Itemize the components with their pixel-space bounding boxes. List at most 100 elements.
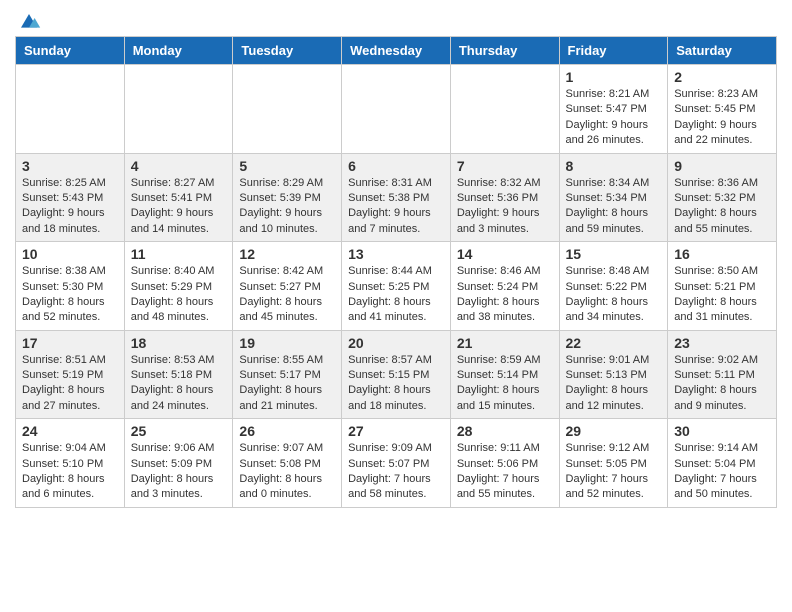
day-cell: 2 Sunrise: 8:23 AM Sunset: 5:45 PM Daylig… (668, 65, 777, 154)
day-info: Sunrise: 8:40 AM Sunset: 5:29 PM Dayligh… (131, 264, 227, 326)
day-number: 23 (674, 335, 770, 351)
day-info: Sunrise: 9:11 AM Sunset: 5:06 PM Dayligh… (457, 441, 553, 503)
day-info: Sunrise: 8:29 AM Sunset: 5:39 PM Dayligh… (239, 176, 335, 238)
day-number: 11 (131, 246, 227, 262)
day-cell: 30 Sunrise: 9:14 AM Sunset: 5:04 PM Dayli… (668, 419, 777, 508)
day-cell: 24 Sunrise: 9:04 AM Sunset: 5:10 PM Dayli… (16, 419, 125, 508)
day-info: Sunrise: 8:36 AM Sunset: 5:32 PM Dayligh… (674, 176, 770, 238)
day-cell: 12 Sunrise: 8:42 AM Sunset: 5:27 PM Dayli… (233, 242, 342, 331)
day-info: Sunrise: 8:25 AM Sunset: 5:43 PM Dayligh… (22, 176, 118, 238)
logo-icon (17, 10, 41, 30)
day-info: Sunrise: 8:51 AM Sunset: 5:19 PM Dayligh… (22, 353, 118, 415)
header (15, 10, 777, 26)
day-number: 12 (239, 246, 335, 262)
day-cell: 1 Sunrise: 8:21 AM Sunset: 5:47 PM Daylig… (559, 65, 668, 154)
week-row-3: 10Sunrise: 8:38 AM Sunset: 5:30 PM Dayli… (16, 242, 777, 331)
day-number: 7 (457, 158, 553, 174)
header-sunday: Sunday (16, 37, 125, 65)
day-cell: 8 Sunrise: 8:34 AM Sunset: 5:34 PM Daylig… (559, 153, 668, 242)
day-cell (450, 65, 559, 154)
day-info: Sunrise: 9:09 AM Sunset: 5:07 PM Dayligh… (348, 441, 444, 503)
day-info: Sunrise: 8:59 AM Sunset: 5:14 PM Dayligh… (457, 353, 553, 415)
day-cell: 26 Sunrise: 9:07 AM Sunset: 5:08 PM Dayli… (233, 419, 342, 508)
day-number: 10 (22, 246, 118, 262)
day-cell (233, 65, 342, 154)
day-cell: 9 Sunrise: 8:36 AM Sunset: 5:32 PM Daylig… (668, 153, 777, 242)
day-info: Sunrise: 9:07 AM Sunset: 5:08 PM Dayligh… (239, 441, 335, 503)
day-info: Sunrise: 8:23 AM Sunset: 5:45 PM Dayligh… (674, 87, 770, 149)
day-cell (342, 65, 451, 154)
day-cell: 6 Sunrise: 8:31 AM Sunset: 5:38 PM Daylig… (342, 153, 451, 242)
day-number: 4 (131, 158, 227, 174)
week-row-5: 24 Sunrise: 9:04 AM Sunset: 5:10 PM Dayli… (16, 419, 777, 508)
day-cell (16, 65, 125, 154)
day-number: 19 (239, 335, 335, 351)
day-number: 30 (674, 423, 770, 439)
weekday-header-row: Sunday Monday Tuesday Wednesday Thursday… (16, 37, 777, 65)
day-cell: 13Sunrise: 8:44 AM Sunset: 5:25 PM Dayli… (342, 242, 451, 331)
day-number: 2 (674, 69, 770, 85)
day-number: 18 (131, 335, 227, 351)
page: Sunday Monday Tuesday Wednesday Thursday… (0, 0, 792, 518)
day-number: 8 (566, 158, 662, 174)
day-cell: 16Sunrise: 8:50 AM Sunset: 5:21 PM Dayli… (668, 242, 777, 331)
day-cell: 4 Sunrise: 8:27 AM Sunset: 5:41 PM Daylig… (124, 153, 233, 242)
day-info: Sunrise: 8:55 AM Sunset: 5:17 PM Dayligh… (239, 353, 335, 415)
day-cell: 19 Sunrise: 8:55 AM Sunset: 5:17 PM Dayli… (233, 330, 342, 419)
day-info: Sunrise: 9:14 AM Sunset: 5:04 PM Dayligh… (674, 441, 770, 503)
day-number: 20 (348, 335, 444, 351)
day-cell: 22 Sunrise: 9:01 AM Sunset: 5:13 PM Dayli… (559, 330, 668, 419)
day-number: 26 (239, 423, 335, 439)
week-row-1: 1 Sunrise: 8:21 AM Sunset: 5:47 PM Daylig… (16, 65, 777, 154)
day-number: 25 (131, 423, 227, 439)
day-cell: 3 Sunrise: 8:25 AM Sunset: 5:43 PM Daylig… (16, 153, 125, 242)
day-info: Sunrise: 8:42 AM Sunset: 5:27 PM Dayligh… (239, 264, 335, 326)
day-info: Sunrise: 8:27 AM Sunset: 5:41 PM Dayligh… (131, 176, 227, 238)
day-number: 6 (348, 158, 444, 174)
day-cell: 29 Sunrise: 9:12 AM Sunset: 5:05 PM Dayli… (559, 419, 668, 508)
day-info: Sunrise: 8:57 AM Sunset: 5:15 PM Dayligh… (348, 353, 444, 415)
day-info: Sunrise: 8:34 AM Sunset: 5:34 PM Dayligh… (566, 176, 662, 238)
calendar-table: Sunday Monday Tuesday Wednesday Thursday… (15, 36, 777, 508)
day-number: 9 (674, 158, 770, 174)
day-cell: 20 Sunrise: 8:57 AM Sunset: 5:15 PM Dayli… (342, 330, 451, 419)
day-info: Sunrise: 8:21 AM Sunset: 5:47 PM Dayligh… (566, 87, 662, 149)
day-number: 28 (457, 423, 553, 439)
day-number: 5 (239, 158, 335, 174)
day-number: 3 (22, 158, 118, 174)
day-cell: 10Sunrise: 8:38 AM Sunset: 5:30 PM Dayli… (16, 242, 125, 331)
day-number: 24 (22, 423, 118, 439)
day-info: Sunrise: 9:01 AM Sunset: 5:13 PM Dayligh… (566, 353, 662, 415)
day-cell: 7Sunrise: 8:32 AM Sunset: 5:36 PM Daylig… (450, 153, 559, 242)
day-info: Sunrise: 8:53 AM Sunset: 5:18 PM Dayligh… (131, 353, 227, 415)
day-cell: 21Sunrise: 8:59 AM Sunset: 5:14 PM Dayli… (450, 330, 559, 419)
day-info: Sunrise: 9:02 AM Sunset: 5:11 PM Dayligh… (674, 353, 770, 415)
logo (15, 10, 41, 26)
day-number: 29 (566, 423, 662, 439)
day-number: 22 (566, 335, 662, 351)
day-cell: 28 Sunrise: 9:11 AM Sunset: 5:06 PM Dayli… (450, 419, 559, 508)
day-cell: 18 Sunrise: 8:53 AM Sunset: 5:18 PM Dayli… (124, 330, 233, 419)
header-thursday: Thursday (450, 37, 559, 65)
header-tuesday: Tuesday (233, 37, 342, 65)
day-number: 1 (566, 69, 662, 85)
day-info: Sunrise: 8:46 AM Sunset: 5:24 PM Dayligh… (457, 264, 553, 326)
header-wednesday: Wednesday (342, 37, 451, 65)
day-cell: 5 Sunrise: 8:29 AM Sunset: 5:39 PM Daylig… (233, 153, 342, 242)
day-info: Sunrise: 8:44 AM Sunset: 5:25 PM Dayligh… (348, 264, 444, 326)
week-row-2: 3 Sunrise: 8:25 AM Sunset: 5:43 PM Daylig… (16, 153, 777, 242)
header-monday: Monday (124, 37, 233, 65)
day-cell: 14Sunrise: 8:46 AM Sunset: 5:24 PM Dayli… (450, 242, 559, 331)
day-cell: 27 Sunrise: 9:09 AM Sunset: 5:07 PM Dayli… (342, 419, 451, 508)
day-cell: 23 Sunrise: 9:02 AM Sunset: 5:11 PM Dayli… (668, 330, 777, 419)
day-cell: 15Sunrise: 8:48 AM Sunset: 5:22 PM Dayli… (559, 242, 668, 331)
day-info: Sunrise: 9:04 AM Sunset: 5:10 PM Dayligh… (22, 441, 118, 503)
day-cell: 11 Sunrise: 8:40 AM Sunset: 5:29 PM Dayli… (124, 242, 233, 331)
day-info: Sunrise: 8:31 AM Sunset: 5:38 PM Dayligh… (348, 176, 444, 238)
day-number: 16 (674, 246, 770, 262)
day-number: 27 (348, 423, 444, 439)
day-info: Sunrise: 9:06 AM Sunset: 5:09 PM Dayligh… (131, 441, 227, 503)
day-info: Sunrise: 9:12 AM Sunset: 5:05 PM Dayligh… (566, 441, 662, 503)
header-saturday: Saturday (668, 37, 777, 65)
header-friday: Friday (559, 37, 668, 65)
